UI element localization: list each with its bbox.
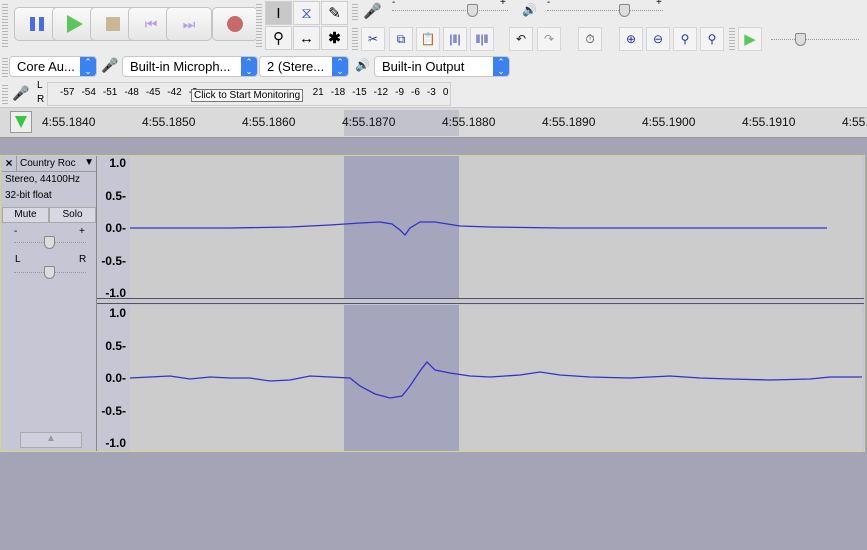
timeline-label: 4:55.1840 (42, 115, 96, 129)
slider-minus: - (392, 0, 396, 8)
amplitude-label: 0.0- (105, 221, 126, 235)
track-name-menu[interactable]: Country Roc ▼ (17, 156, 96, 171)
play-head-button[interactable] (10, 111, 32, 133)
trim-button[interactable]: |‖| (443, 27, 467, 51)
meter-tick: -54 (81, 87, 96, 98)
amplitude-label: 0.5- (105, 338, 126, 353)
skip-start-icon: ⏮ (144, 15, 158, 32)
timeline-label: 4:55.1890 (542, 115, 596, 129)
close-track-button[interactable]: × (2, 156, 17, 171)
meter-tick: -57 (60, 87, 75, 98)
amplitude-label: -1.0 (105, 436, 126, 450)
meter-tick: -12 (373, 87, 389, 98)
recording-volume-slider[interactable] (392, 2, 508, 17)
meter-tick: -42 (167, 87, 182, 98)
play-icon (67, 15, 83, 33)
meter-left-label: L (37, 80, 43, 91)
amplitude-label: -0.5- (101, 253, 126, 268)
selection-region (344, 305, 459, 451)
selection-region (344, 156, 459, 298)
silence-button[interactable]: ‖|‖ (470, 27, 494, 51)
timeline-label: 4:55.1880 (442, 115, 496, 129)
slider-plus: + (656, 0, 662, 8)
timeshift-tool[interactable]: ↔ (293, 26, 320, 50)
timeline-label: 4:55.1850 (142, 115, 196, 129)
waveform-area[interactable] (130, 156, 862, 451)
paste-button[interactable]: 📋 (416, 27, 440, 51)
input-device-select[interactable]: Built-in Microph... ⌃ ⌄ (122, 56, 258, 77)
output-device-select[interactable]: Built-in Output ⌃ ⌄ (374, 56, 510, 77)
undo-button[interactable]: ↶ (509, 27, 533, 51)
magnifier-icon: ⚲ (273, 30, 284, 47)
meter-tick: -15 (352, 87, 367, 98)
zoom-in-button[interactable]: ⊕ (619, 27, 643, 51)
fit-selection-button[interactable]: ⚲ (673, 27, 697, 51)
gain-slider[interactable] (14, 234, 86, 249)
collapse-track-button[interactable]: ▲ (20, 432, 82, 448)
play-at-speed-button[interactable]: ▶ (738, 27, 762, 51)
envelope-tool[interactable]: ⧖ (293, 1, 320, 25)
multi-tool[interactable]: ✱ (321, 26, 348, 50)
play-head-icon (15, 116, 27, 128)
pencil-icon: ✎ (328, 5, 341, 22)
speaker-icon: 🔊 (522, 3, 537, 17)
slider-minus: - (547, 0, 551, 8)
microphone-icon: 🎤 (363, 3, 382, 20)
stop-icon (106, 17, 120, 31)
zoom-out-button[interactable]: ⊖ (646, 27, 670, 51)
track-bit-depth: 32-bit float (5, 190, 52, 201)
meter-tick: -6 (411, 87, 420, 98)
timeline-label: 4:55.1900 (642, 115, 696, 129)
mute-button[interactable]: Mute (2, 207, 49, 223)
amplitude-label: 1.0 (109, 156, 126, 170)
dropdown-icon: ▼ (84, 157, 94, 168)
timeline-label: 4:55.1870 (342, 115, 396, 129)
record-icon (227, 16, 243, 32)
meter-tick: -51 (102, 87, 118, 98)
timeline-label: 4:55.1860 (242, 115, 296, 129)
record-button[interactable] (212, 7, 258, 41)
amplitude-label: -0.5- (101, 403, 126, 418)
cut-button[interactable]: ✂ (361, 27, 385, 51)
timeline-label: 4:55.19 (842, 115, 867, 129)
input-channels-select[interactable]: 2 (Stere... ⌃ ⌄ (259, 56, 349, 77)
audio-host-select[interactable]: Core Au... ⌃ ⌄ (9, 56, 97, 77)
draw-tool[interactable]: ✎ (321, 1, 348, 25)
redo-button[interactable]: ↷ (537, 27, 561, 51)
amplitude-label: 0.0- (105, 371, 126, 385)
amplitude-label: 0.5- (105, 188, 126, 203)
playback-volume-slider[interactable] (547, 2, 663, 17)
meter-tick: 21 (312, 87, 324, 98)
zoom-tool[interactable]: ⚲ (265, 26, 292, 50)
meter-tick: -48 (124, 87, 139, 98)
copy-button[interactable]: ⧉ (389, 27, 413, 51)
recording-meter[interactable]: -57-54-51-48-45-42-321-18-15-12-9-6-30 C… (47, 82, 451, 106)
microphone-icon: 🎤 (12, 85, 30, 101)
selection-tool[interactable]: I (265, 1, 292, 25)
meter-tick: -3 (426, 87, 436, 98)
meter-tick: -45 (145, 87, 161, 98)
sync-lock-button[interactable]: ⏱ (578, 27, 602, 51)
microphone-icon: 🎤 (101, 57, 119, 73)
skip-end-icon: ⏭ (182, 15, 196, 32)
monitoring-tooltip: Click to Start Monitoring (191, 89, 304, 102)
timeline-label: 4:55.1910 (742, 115, 796, 129)
track-control-panel[interactable]: × Country Roc ▼ Stereo, 44100Hz 32-bit fl… (2, 156, 97, 451)
skip-end-button[interactable]: ⏭ (166, 7, 212, 41)
meter-tick: -9 (395, 87, 405, 98)
meter-tick: -18 (330, 87, 346, 98)
slider-plus: + (500, 0, 506, 8)
play-speed-slider[interactable] (771, 31, 859, 46)
speaker-icon: 🔊 (355, 58, 370, 72)
pan-slider[interactable] (14, 264, 86, 279)
solo-button[interactable]: Solo (49, 207, 96, 223)
meter-right-label: R (37, 94, 45, 105)
meter-tick: 0 (442, 87, 449, 98)
fit-project-button[interactable]: ⚲ (700, 27, 724, 51)
amplitude-label: 1.0 (109, 306, 126, 320)
pause-icon (30, 17, 44, 31)
track-format: Stereo, 44100Hz (5, 174, 81, 185)
